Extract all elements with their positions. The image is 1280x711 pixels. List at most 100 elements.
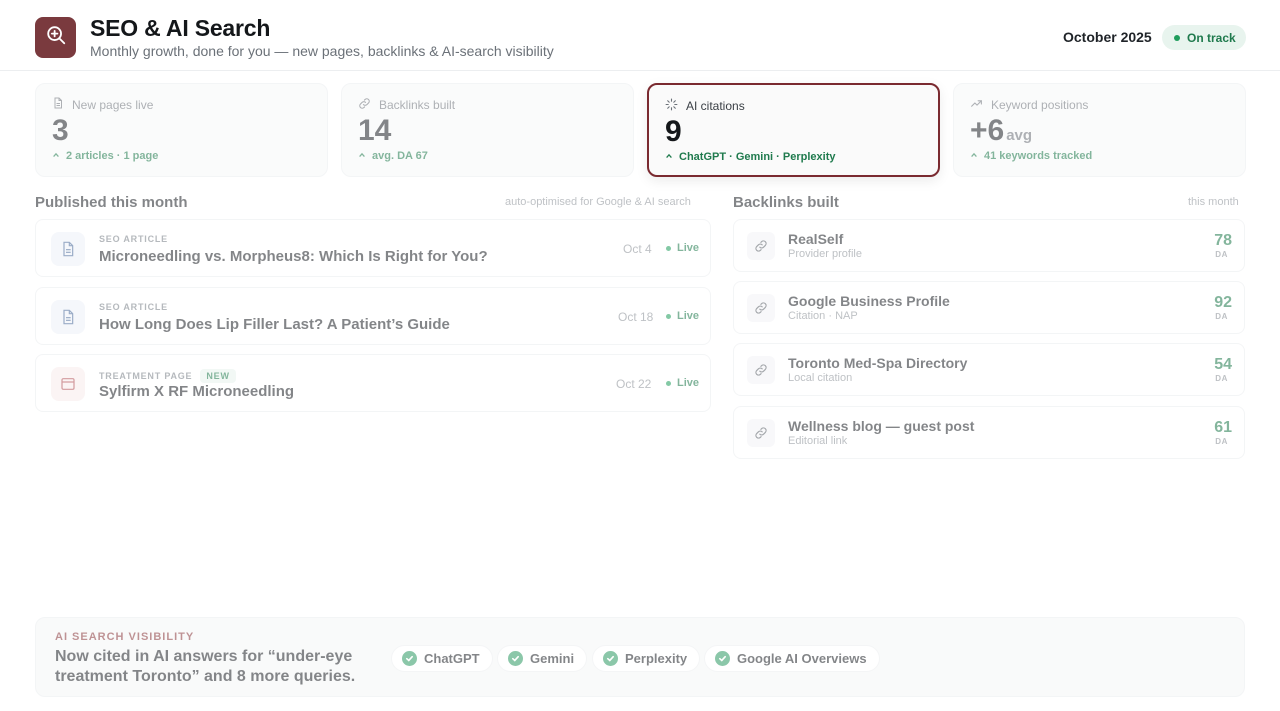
header: SEO & AI Search Monthly growth, done for…: [0, 0, 1280, 71]
engine-label: ChatGPT: [424, 651, 480, 666]
chevron-up-icon: [970, 150, 984, 162]
item-kind-label: TREATMENT PAGE: [99, 371, 193, 381]
trend-up-icon: [970, 97, 991, 113]
stat-value-number: +6: [970, 114, 1005, 147]
item-kind-label: SEO ARTICLE: [99, 234, 168, 244]
item-date: Oct 4: [623, 242, 652, 256]
stat-value-number: 9: [665, 115, 682, 148]
backlink-item[interactable]: Wellness blog — guest post Editorial lin…: [733, 406, 1245, 459]
backlink-name: Google Business Profile: [788, 293, 950, 309]
stat-value: +6 avg: [970, 114, 1032, 148]
new-badge: NEW: [200, 369, 236, 383]
backlink-item[interactable]: Google Business Profile Citation · NAP 9…: [733, 281, 1245, 334]
stat-value: 9: [665, 115, 682, 149]
engine-chip-gemini: Gemini: [497, 645, 588, 672]
live-dot-icon: [666, 380, 671, 386]
engine-chip-google-ai-overviews: Google AI Overviews: [704, 645, 880, 672]
item-title: Microneedling vs. Morpheus8: Which Is Ri…: [99, 248, 488, 265]
domain-authority-label: DA: [1215, 437, 1228, 446]
stat-note: ChatGPT · Gemini · Perplexity: [679, 151, 836, 163]
engine-label: Gemini: [530, 651, 575, 666]
ai-visibility-banner: AI SEARCH VISIBILITY Now cited in AI ans…: [35, 617, 1245, 697]
published-item[interactable]: TREATMENT PAGE NEW Sylfirm X RF Microneed…: [35, 354, 711, 412]
stat-note: 2 articles · 1 page: [66, 150, 159, 162]
stat-label: Keyword positions: [991, 98, 1089, 112]
link-icon: [747, 419, 775, 447]
backlink-desc: Provider profile: [788, 248, 862, 260]
stat-card-new-pages[interactable]: New pages live 3 2 articles · 1 page: [35, 83, 328, 177]
live-badge: Live: [666, 242, 699, 254]
chevron-up-icon: [358, 150, 372, 162]
stat-value: 3: [52, 114, 69, 148]
backlink-item[interactable]: Toronto Med-Spa Directory Local citation…: [733, 343, 1245, 396]
chevron-up-icon: [665, 151, 679, 163]
live-label: Live: [677, 310, 700, 322]
link-icon: [747, 232, 775, 260]
stat-unit: avg: [1006, 127, 1033, 144]
chevron-up-icon: [52, 150, 66, 162]
period-selector[interactable]: October 2025: [1063, 29, 1152, 45]
backlink-name: Toronto Med-Spa Directory: [788, 355, 968, 371]
published-item[interactable]: SEO ARTICLE Microneedling vs. Morpheus8:…: [35, 219, 711, 277]
check-icon: [508, 651, 523, 666]
stat-label: Backlinks built: [379, 98, 456, 112]
status-dot-icon: [1174, 34, 1180, 41]
item-kind-label: SEO ARTICLE: [99, 302, 168, 312]
backlink-desc: Citation · NAP: [788, 310, 858, 322]
item-date: Oct 18: [618, 310, 654, 324]
document-icon: [51, 300, 85, 334]
check-icon: [603, 651, 618, 666]
search-zoom-icon: [45, 24, 67, 51]
published-section-hint: auto-optimised for Google & AI search: [505, 196, 691, 208]
published-section-title: Published this month: [35, 194, 188, 211]
item-kind: SEO ARTICLE: [99, 234, 168, 244]
document-icon: [52, 97, 72, 112]
engine-label: Perplexity: [625, 651, 688, 666]
check-icon: [715, 651, 730, 666]
item-kind: TREATMENT PAGE NEW: [99, 369, 236, 383]
page-title: SEO & AI Search: [90, 15, 271, 41]
domain-authority-value: 61: [1214, 419, 1232, 436]
item-title: How Long Does Lip Filler Last? A Patient…: [99, 316, 450, 333]
check-icon: [402, 651, 417, 666]
live-dot-icon: [666, 313, 671, 319]
banner-text: Now cited in AI answers for “under-eye t…: [55, 648, 356, 685]
domain-authority-label: DA: [1215, 250, 1228, 259]
stat-value-number: 3: [52, 114, 69, 147]
backlink-desc: Editorial link: [788, 435, 848, 447]
published-item[interactable]: SEO ARTICLE How Long Does Lip Filler Las…: [35, 287, 711, 345]
live-badge: Live: [666, 377, 699, 389]
stat-note: 41 keywords tracked: [984, 150, 1093, 162]
stat-card-backlinks[interactable]: Backlinks built 14 avg. DA 67: [341, 83, 634, 177]
stat-card-keywords[interactable]: Keyword positions +6 avg 41 keywords trac…: [953, 83, 1246, 177]
backlink-name: RealSelf: [788, 231, 844, 247]
page-subtitle: Monthly growth, done for you — new pages…: [90, 43, 554, 59]
backlinks-section-hint: this month: [1188, 196, 1239, 208]
banner-kicker: AI SEARCH VISIBILITY: [55, 631, 195, 643]
item-kind: SEO ARTICLE: [99, 302, 168, 312]
backlink-name: Wellness blog — guest post: [788, 418, 975, 434]
backlink-desc: Local citation: [788, 372, 853, 384]
domain-authority-value: 78: [1214, 232, 1232, 249]
domain-authority-value: 92: [1214, 294, 1232, 311]
domain-authority-label: DA: [1215, 312, 1228, 321]
document-icon: [51, 232, 85, 266]
live-dot-icon: [666, 245, 671, 251]
engine-chip-perplexity: Perplexity: [592, 645, 701, 672]
status-label: On track: [1187, 30, 1236, 45]
stat-card-ai-citations[interactable]: AI citations 9 ChatGPT · Gemini · Perple…: [647, 83, 940, 177]
browser-window-icon: [51, 367, 85, 401]
live-label: Live: [677, 377, 700, 389]
stat-value-number: 14: [358, 114, 392, 147]
live-badge: Live: [666, 310, 699, 322]
live-label: Live: [677, 242, 700, 254]
item-date: Oct 22: [616, 377, 652, 391]
link-icon: [747, 294, 775, 322]
engine-chip-chatgpt: ChatGPT: [391, 645, 493, 672]
link-icon: [747, 356, 775, 384]
backlink-item[interactable]: RealSelf Provider profile 78 DA: [733, 219, 1245, 272]
backlinks-section-title: Backlinks built: [733, 194, 839, 211]
engine-label: Google AI Overviews: [737, 651, 867, 666]
stat-note: avg. DA 67: [372, 150, 428, 162]
app-logo: [35, 17, 76, 58]
